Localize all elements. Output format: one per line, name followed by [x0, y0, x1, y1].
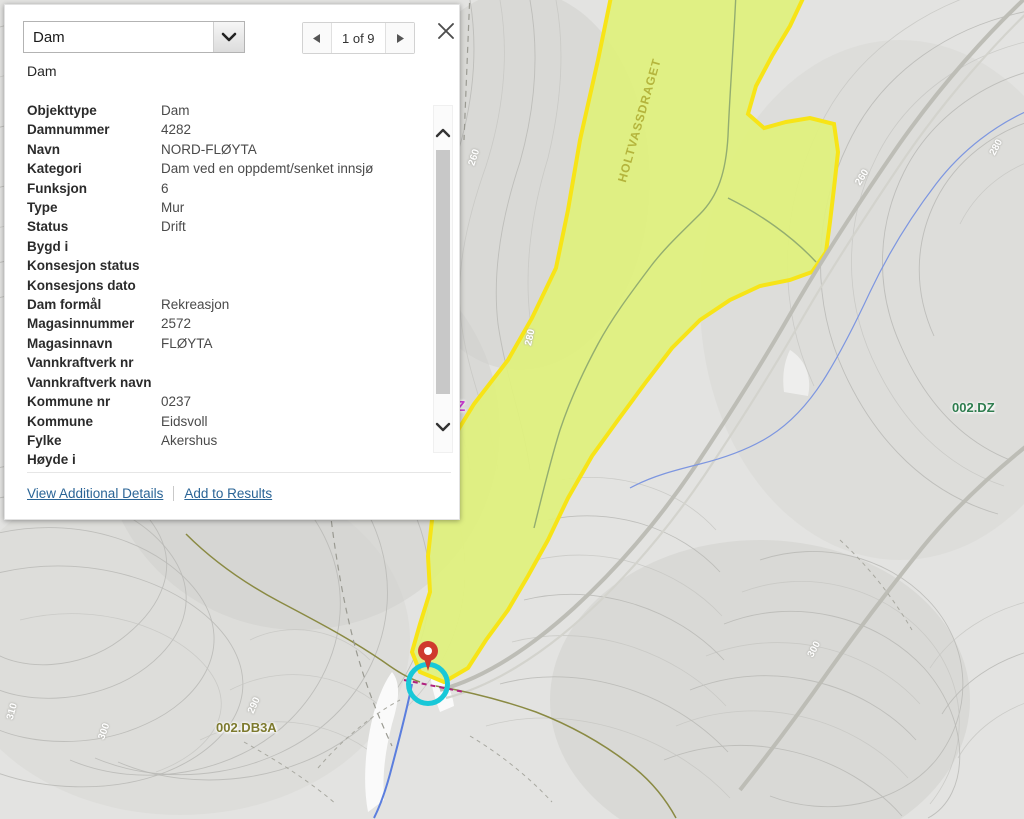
- attribute-row: Type Mur: [27, 198, 417, 217]
- attribute-row: Høyde i: [27, 450, 417, 469]
- attribute-row: Kategori Dam ved en oppdemt/senket innsjø: [27, 159, 417, 178]
- close-popup-button[interactable]: [435, 20, 457, 42]
- popup-title: Dam: [27, 63, 57, 79]
- attribute-key: Dam formål: [27, 297, 102, 313]
- attribute-key: Magasinnavn: [27, 335, 113, 351]
- attribute-value: NORD-FLØYTA: [161, 141, 257, 157]
- chevron-up-icon: [435, 128, 451, 138]
- attribute-value: [161, 237, 417, 256]
- popup-header: Dam 1 of 9: [5, 5, 459, 61]
- footer-divider: [173, 486, 175, 501]
- attribute-value: [161, 276, 417, 295]
- attribute-value: Dam ved en oppdemt/senket innsjø: [161, 161, 374, 177]
- attribute-value: Dam: [161, 103, 190, 118]
- attribute-row: Damnummer 4282: [27, 120, 417, 139]
- scroll-up-button[interactable]: [434, 120, 452, 146]
- scroll-down-button[interactable]: [434, 414, 452, 440]
- attribute-row: Kommune nr 0237: [27, 392, 417, 411]
- attribute-row: Konsesjons dato: [27, 276, 417, 295]
- attribute-value: [161, 373, 417, 392]
- attribute-key: Type: [27, 200, 58, 216]
- attribute-value: 4282: [161, 122, 192, 138]
- attribute-row: Vannkraftverk navn: [27, 373, 417, 392]
- attribute-key: Fylke: [27, 432, 62, 448]
- attribute-key: Kommune nr: [27, 394, 111, 410]
- popup-footer: View Additional Details Add to Results: [27, 486, 272, 501]
- attribute-table-viewport: Objekttype Dam Damnummer 4282 Navn NORD-FLØYT…: [27, 101, 451, 469]
- attribute-row: Funksjon 6: [27, 179, 417, 198]
- attribute-value: Drift: [161, 219, 186, 235]
- attribute-key: Damnummer: [27, 122, 110, 138]
- application-window: 002.DZ 002.DB3A .Z HOLTVASSDRAGET 260 28…: [0, 0, 1024, 819]
- attribute-value: Mur: [161, 200, 185, 216]
- map-pin-center: [424, 647, 432, 655]
- feature-type-select[interactable]: Dam: [23, 21, 245, 53]
- attribute-key: Navn: [27, 141, 61, 157]
- attribute-key: Konsesjon status: [27, 258, 140, 274]
- attribute-scrollbar[interactable]: [433, 105, 453, 453]
- attribute-key: Bygd i: [27, 238, 69, 254]
- attribute-row: Objekttype Dam: [27, 101, 417, 120]
- attribute-value: Akershus: [161, 432, 218, 448]
- add-to-results-link[interactable]: Add to Results: [184, 486, 272, 501]
- selected-feature-marker[interactable]: [409, 641, 447, 693]
- attribute-row: Dam formål Rekreasjon: [27, 295, 417, 314]
- attribute-row: Navn NORD-FLØYTA: [27, 140, 417, 159]
- chevron-down-icon: [435, 422, 451, 432]
- attribute-key: Kategori: [27, 161, 82, 177]
- attribute-row: Status Drift: [27, 217, 417, 236]
- attribute-table: Objekttype Dam Damnummer 4282 Navn NORD-FLØYT…: [27, 101, 417, 469]
- attribute-row: Magasinnavn FLØYTA: [27, 334, 417, 353]
- attribute-key: Status: [27, 219, 69, 235]
- attribute-value: [161, 256, 417, 275]
- attribute-table-body: Objekttype Dam Damnummer 4282 Navn NORD-FLØYT…: [27, 101, 417, 469]
- attribute-row: Magasinnummer 2572: [27, 314, 417, 333]
- next-record-button[interactable]: [385, 23, 414, 53]
- scrollbar-thumb[interactable]: [436, 150, 450, 394]
- view-additional-details-link[interactable]: View Additional Details: [27, 486, 163, 501]
- attribute-value: 0237: [161, 394, 192, 410]
- attribute-key: Høyde i: [27, 452, 76, 468]
- record-count-label: 1 of 9: [331, 23, 386, 53]
- attribute-key: Objekttype: [27, 103, 97, 118]
- attribute-key: Kommune: [27, 413, 94, 429]
- attribute-value: 6: [161, 180, 169, 196]
- close-icon: [438, 23, 454, 39]
- attribute-row: Fylke Akershus: [27, 431, 417, 450]
- attribute-row: Vannkraftverk nr: [27, 353, 417, 372]
- attribute-value: FLØYTA: [161, 335, 213, 351]
- attribute-row: Konsesjon status: [27, 256, 417, 275]
- attribute-value: 2572: [161, 316, 192, 332]
- chevron-down-icon[interactable]: [213, 22, 244, 52]
- attribute-value: [161, 353, 417, 372]
- attribute-key: Funksjon: [27, 180, 87, 196]
- record-pager: 1 of 9: [302, 22, 415, 54]
- triangle-right-icon: [396, 33, 404, 43]
- attribute-key: Konsesjons dato: [27, 277, 136, 293]
- feature-info-popup: Dam 1 of 9 Dam Objekttype Dam Damnummer …: [4, 4, 460, 520]
- triangle-left-icon: [313, 33, 320, 43]
- attribute-key: Vannkraftverk navn: [27, 374, 152, 390]
- attribute-value: [161, 450, 417, 469]
- attribute-key: Vannkraftverk nr: [27, 355, 134, 371]
- feature-type-select-value: Dam: [33, 28, 65, 46]
- previous-record-button[interactable]: [303, 23, 331, 53]
- popup-divider: [27, 472, 451, 473]
- attribute-key: Magasinnummer: [27, 316, 135, 332]
- attribute-row: Kommune Eidsvoll: [27, 412, 417, 431]
- attribute-value: Eidsvoll: [161, 413, 208, 429]
- attribute-value: Rekreasjon: [161, 297, 230, 313]
- attribute-row: Bygd i: [27, 237, 417, 256]
